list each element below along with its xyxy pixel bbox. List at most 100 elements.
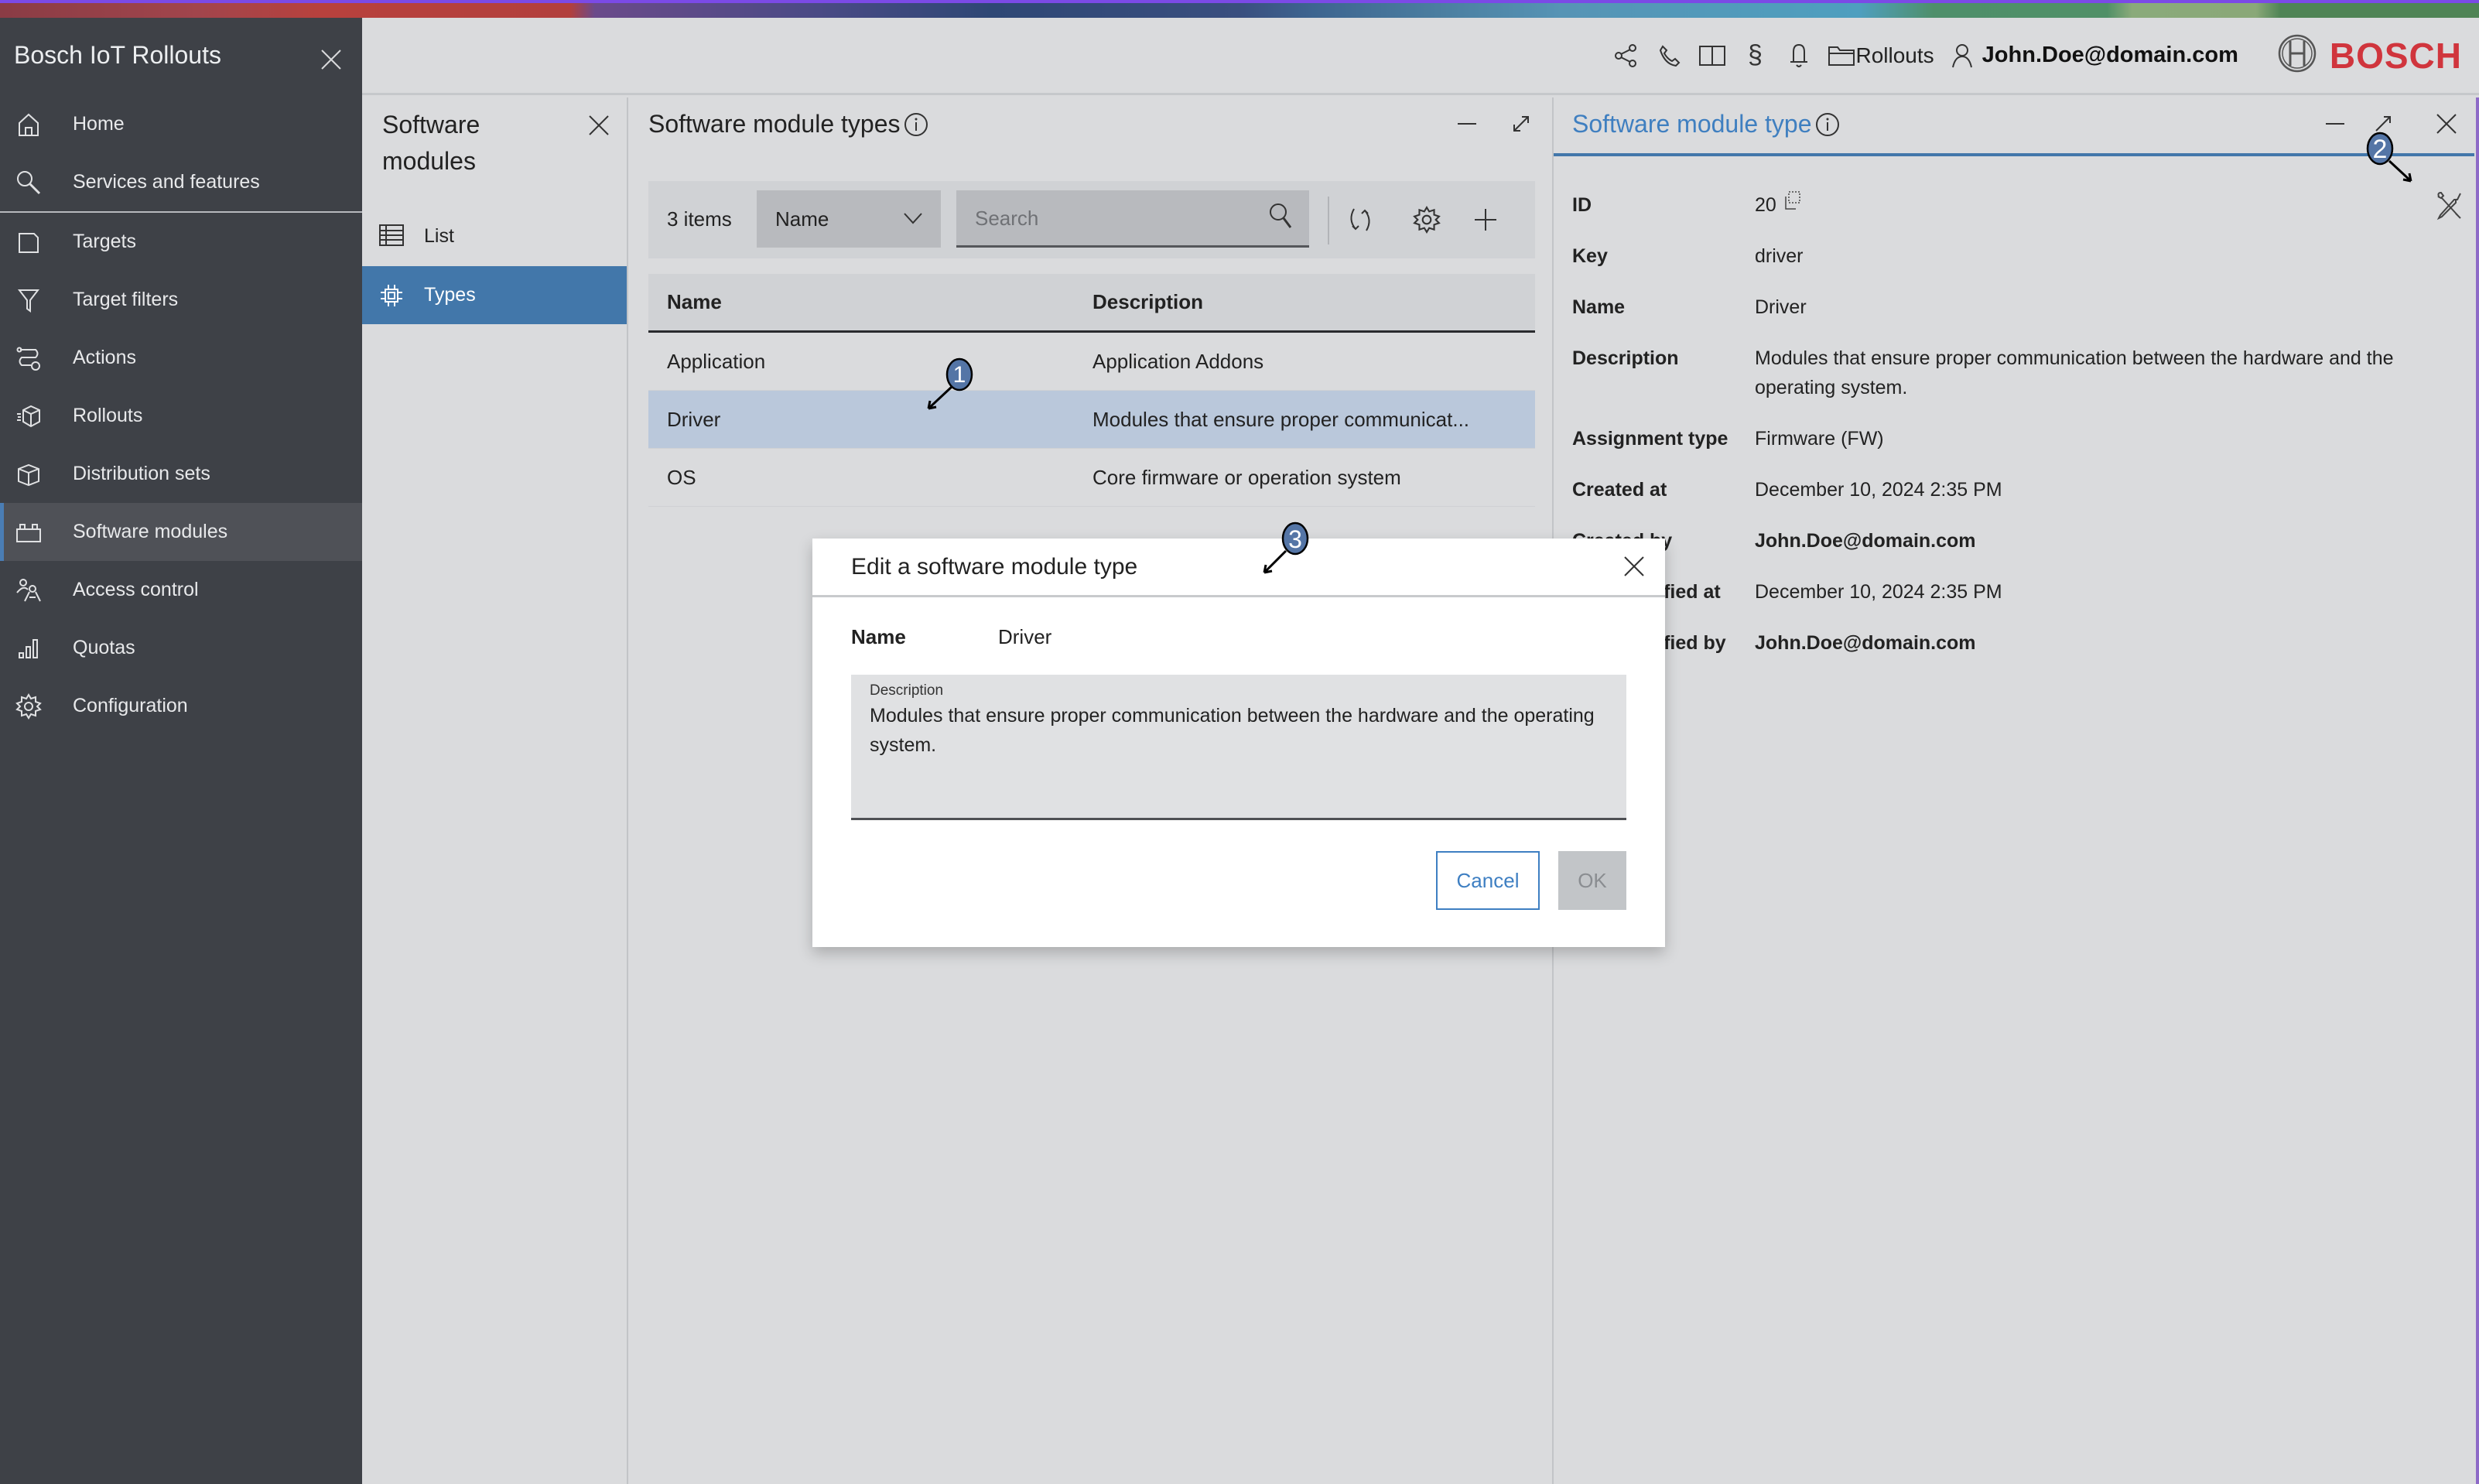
submenu-item-label: List (424, 225, 454, 247)
close-icon (1624, 556, 1644, 576)
field-label: Created at (1572, 479, 1667, 501)
detail-row-description: Description Modules that ensure proper c… (1572, 344, 2454, 402)
user-email[interactable]: John.Doe@domain.com (1982, 43, 2238, 68)
sidebar-item-label: Quotas (73, 637, 135, 658)
legal-paragraph-icon[interactable]: § (1740, 40, 1771, 71)
toolbar-divider (1328, 197, 1329, 244)
sidebar-item-label: Services and features (73, 171, 260, 193)
sidebar-item-software-modules[interactable]: Software modules (0, 503, 362, 561)
minimize-icon (2326, 123, 2344, 125)
sidebar-item-target-filters[interactable]: Target filters (0, 271, 362, 329)
sidebar-item-distribution-sets[interactable]: Distribution sets (0, 445, 362, 503)
callout-number: 2 (2373, 135, 2388, 164)
sidebar-item-access-control[interactable]: Access control (0, 561, 362, 619)
close-submenu-button[interactable] (586, 113, 614, 141)
field-value: driver (1755, 245, 1804, 267)
info-icon[interactable] (1815, 112, 1840, 137)
minimize-icon (1458, 123, 1476, 125)
module-brick-icon (15, 519, 42, 545)
table-row[interactable]: OS Core firmware or operation system (648, 449, 1535, 507)
ok-button[interactable]: OK (1558, 851, 1626, 910)
minimize-button[interactable] (2321, 110, 2349, 138)
submenu-item-types[interactable]: Types (362, 266, 627, 324)
table-row-selected[interactable]: Driver Modules that ensure proper commun… (648, 391, 1535, 449)
field-label: Assignment type (1572, 428, 1728, 450)
sidebar-item-quotas[interactable]: Quotas (0, 619, 362, 677)
info-icon[interactable] (904, 112, 928, 137)
sort-select-value: Name (775, 207, 829, 231)
detail-row-id: ID 20 (1572, 190, 2454, 220)
field-value: Driver (1755, 296, 1807, 318)
detail-row-name: Name Driver (1572, 292, 2454, 322)
box-icon (15, 461, 42, 487)
item-count: 3 items (667, 207, 732, 231)
field-value[interactable]: John.Doe@domain.com (1755, 526, 1976, 556)
search-icon (1270, 203, 1292, 228)
top-header: § Rollouts John.Doe@domain.com BOSCH (362, 18, 2479, 95)
search-input[interactable] (975, 204, 1269, 232)
types-table: Name Description Application Application… (648, 274, 1535, 507)
sidebar-item-label: Actions (73, 347, 136, 368)
description-textarea[interactable]: Description Modules that ensure proper c… (851, 675, 1626, 820)
table-row[interactable]: Application Application Addons (648, 333, 1535, 391)
share-icon[interactable] (1610, 40, 1641, 71)
field-value: Modules that ensure proper communication… (1755, 347, 2394, 398)
cell-name: OS (667, 465, 696, 489)
close-detail-button[interactable] (2433, 110, 2460, 138)
sidebar-item-label: Distribution sets (73, 463, 210, 484)
sidebar-item-label: Configuration (73, 695, 188, 716)
sidebar-item-home[interactable]: Home (0, 95, 362, 153)
settings-button[interactable] (1408, 200, 1445, 240)
users-keys-icon (15, 577, 42, 604)
refresh-button[interactable] (1342, 200, 1379, 240)
cancel-button[interactable]: Cancel (1436, 851, 1540, 910)
copy-icon[interactable] (1782, 190, 1802, 210)
detail-title-text: Software module type (1572, 110, 1812, 138)
add-type-button[interactable] (1467, 200, 1504, 240)
book-icon[interactable] (1697, 40, 1728, 71)
detail-title-underline (1554, 153, 2474, 156)
actions-icon (15, 345, 42, 371)
search-field[interactable] (956, 190, 1309, 248)
filter-icon (15, 287, 42, 313)
sidebar-nav: Home Services and features Targets Targe… (0, 95, 362, 735)
sidebar-item-targets[interactable]: Targets (0, 213, 362, 271)
table-icon (379, 224, 404, 249)
phone-icon[interactable] (1653, 40, 1684, 71)
sort-select[interactable]: Name (757, 190, 941, 248)
home-icon (15, 111, 42, 138)
sidebar-item-rollouts[interactable]: Rollouts (0, 387, 362, 445)
search-icon (15, 169, 42, 196)
sidebar-item-configuration[interactable]: Configuration (0, 677, 362, 735)
minimize-button[interactable] (1453, 110, 1481, 138)
field-value[interactable]: John.Doe@domain.com (1755, 628, 1976, 658)
field-label: ID (1572, 194, 1592, 216)
sidebar-item-label: Target filters (73, 289, 179, 310)
cell-name: Application (667, 349, 766, 373)
dialog-name-label: Name (851, 625, 906, 648)
close-sidebar-button[interactable] (317, 46, 345, 74)
close-icon (2436, 114, 2457, 134)
cell-description: Application Addons (1092, 349, 1264, 373)
maximize-button[interactable] (1507, 110, 1535, 138)
rollout-box-icon (15, 403, 42, 429)
sidebar-item-label: Home (73, 113, 125, 135)
column-header-name[interactable]: Name (648, 290, 1092, 314)
sidebar-item-label: Software modules (73, 521, 228, 542)
column-header-description[interactable]: Description (1092, 290, 1535, 314)
context-label[interactable]: Rollouts (1856, 43, 1934, 68)
submenu-item-list[interactable]: List (362, 207, 627, 265)
sidebar-item-services-and-features[interactable]: Services and features (0, 153, 362, 211)
detail-row-created-by: Created by John.Doe@domain.com (1572, 526, 2454, 556)
sidebar-item-actions[interactable]: Actions (0, 329, 362, 387)
expand-icon (1513, 116, 1529, 132)
bosch-armature-icon (2277, 33, 2317, 77)
description-value[interactable]: Modules that ensure proper communication… (870, 701, 1605, 760)
chevron-down-icon (904, 213, 922, 224)
dialog-close-button[interactable] (1622, 554, 1650, 582)
panel-title-text: Software module types (648, 110, 901, 138)
close-icon (589, 115, 609, 135)
bell-icon[interactable] (1783, 40, 1814, 71)
bar-chart-icon (15, 635, 42, 662)
chip-icon (379, 283, 404, 308)
